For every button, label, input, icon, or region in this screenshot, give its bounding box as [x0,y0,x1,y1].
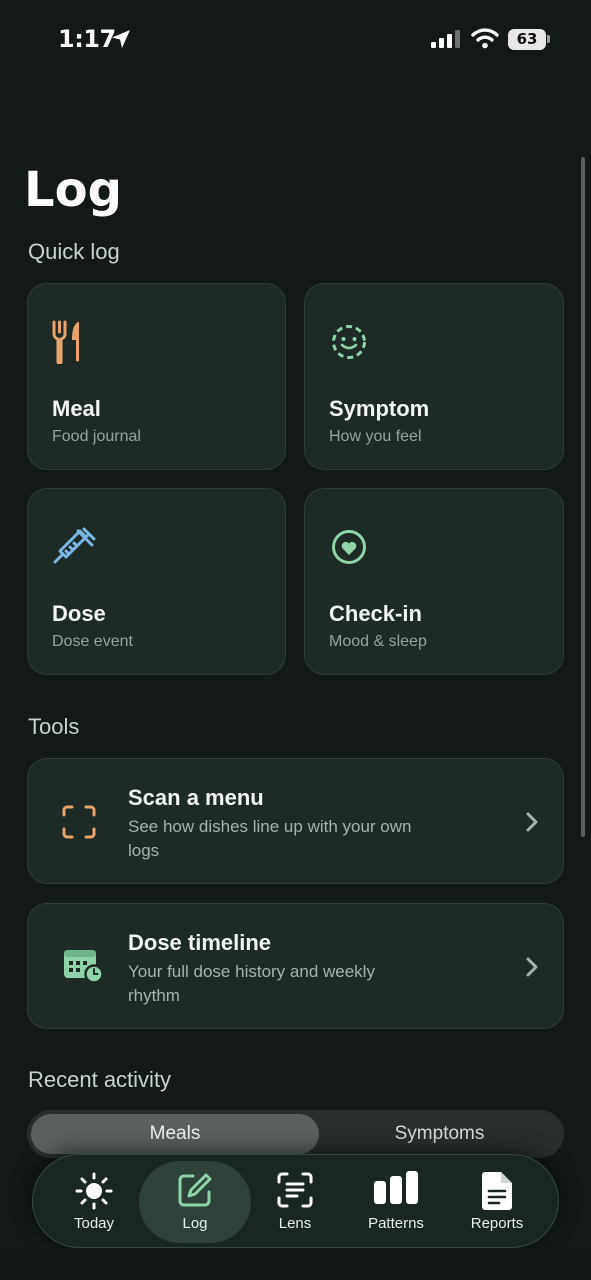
recent-activity-segmented-control: Meals Symptoms [27,1110,564,1158]
recent-activity-heading: Recent activity [28,1067,172,1092]
meal-card[interactable]: Meal Food journal [27,283,286,470]
bottom-fade [0,1248,591,1280]
tab-patterns[interactable]: Patterns [346,1155,446,1249]
meal-card-title: Meal [52,396,101,421]
document-icon [482,1172,512,1210]
symptom-card-title: Symptom [329,396,430,421]
check-in-card-title: Check-in [329,601,422,626]
segment-symptoms[interactable]: Symptoms [319,1114,560,1154]
dose-card-title: Dose [52,601,106,626]
tab-log[interactable]: Log [139,1155,251,1249]
scrollbar[interactable] [581,157,585,837]
tab-today[interactable]: Today [44,1155,144,1249]
tools-heading: Tools [28,714,80,739]
wifi-icon [471,28,499,49]
tab-reports-label: Reports [470,1215,524,1232]
check-in-card[interactable]: Check-in Mood & sleep [304,488,564,675]
signal-icon [431,30,460,48]
scan-menu-title: Scan a menu [128,785,264,810]
bar-chart-icon [374,1171,418,1204]
meal-card-subtitle: Food journal [52,428,141,445]
bottom-tab-bar: Today Log Lens Patterns Reports [32,1154,559,1248]
check-in-card-subtitle: Mood & sleep [329,633,427,650]
chevron-right-icon [526,957,538,977]
tab-today-label: Today [73,1215,115,1232]
page-title: Log [24,162,122,218]
quick-log-heading: Quick log [28,239,120,264]
fork-knife-icon [52,320,79,364]
tab-reports[interactable]: Reports [447,1155,547,1249]
battery-nub [547,35,550,43]
sun-icon [75,1172,113,1210]
log-screen: 1:17 63 Log Quick log Meal Food journal [0,0,591,1280]
tab-log-label: Log [182,1215,208,1232]
calendar-clock-icon [64,950,104,984]
scan-text-icon [277,1172,313,1208]
dose-timeline-title: Dose timeline [128,930,272,955]
tab-patterns-label: Patterns [368,1215,424,1232]
segment-meals[interactable]: Meals [31,1114,319,1154]
battery-indicator: 63 [508,29,546,50]
dose-card-subtitle: Dose event [52,633,133,650]
scan-menu-row[interactable]: Scan a menu See how dishes line up with … [27,758,564,884]
syringe-icon [53,527,96,564]
location-arrow-icon [112,30,130,48]
chevron-right-icon [526,812,538,832]
symptom-card-subtitle: How you feel [329,428,422,445]
heart-circle-icon [332,530,366,564]
tab-lens[interactable]: Lens [245,1155,345,1249]
scan-menu-description: See how dishes line up with your own log… [128,817,412,860]
status-time: 1:17 [58,25,116,53]
tab-lens-label: Lens [278,1215,312,1232]
edit-square-icon [178,1173,212,1207]
scan-frame-icon [62,805,96,839]
dose-timeline-description: Your full dose history and weekly rhythm [128,962,375,1005]
symptom-card[interactable]: Symptom How you feel [304,283,564,470]
smiley-face-icon [332,325,366,359]
dose-card[interactable]: Dose Dose event [27,488,286,675]
dose-timeline-row[interactable]: Dose timeline Your full dose history and… [27,903,564,1029]
